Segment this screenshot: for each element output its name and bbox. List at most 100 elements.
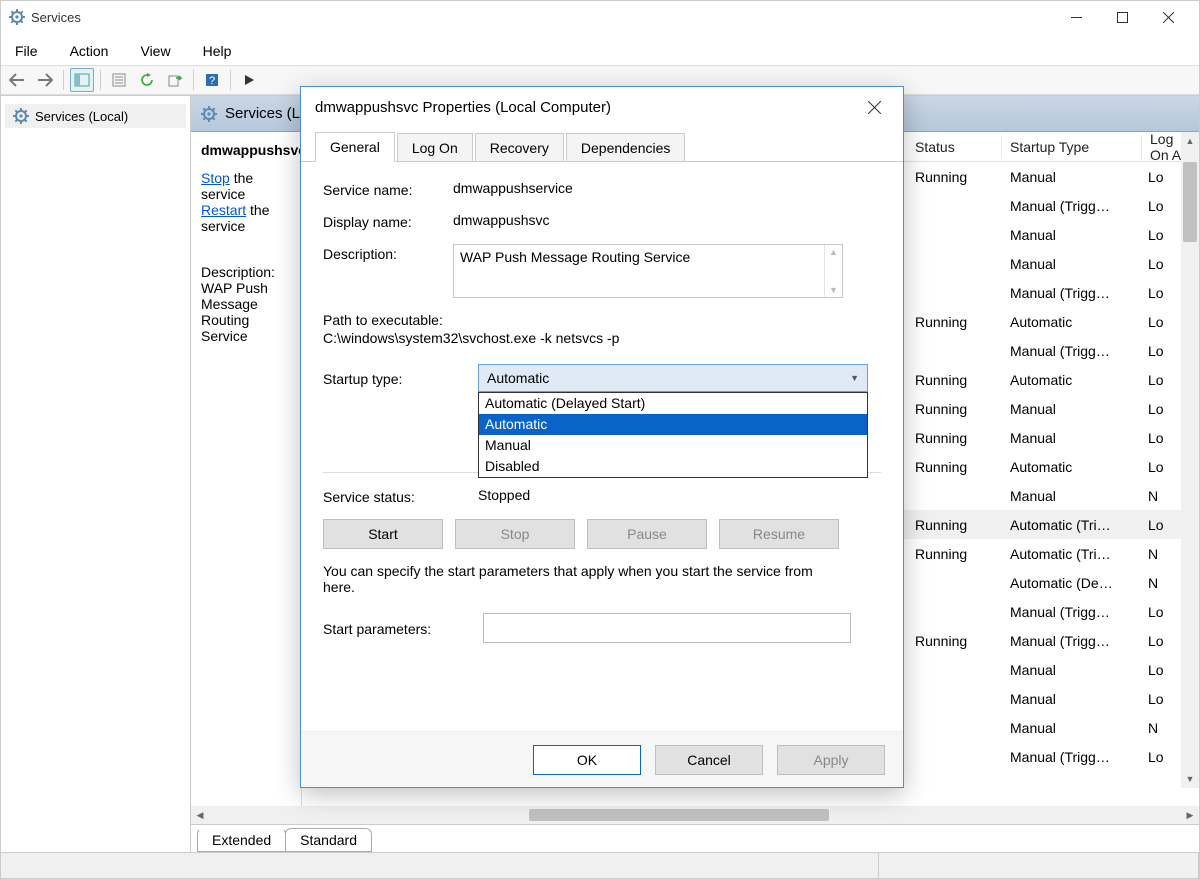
cell-status: Running xyxy=(907,401,1002,417)
scroll-thumb[interactable] xyxy=(1183,162,1197,242)
start-button[interactable]: Start xyxy=(323,519,443,549)
cell-logon: Lo xyxy=(1142,285,1172,301)
cell-logon: Lo xyxy=(1142,430,1172,446)
menubar: File Action View Help xyxy=(1,37,1199,65)
dropdown-selected-text: Automatic xyxy=(487,370,549,386)
maximize-button[interactable] xyxy=(1099,2,1145,32)
bottom-tabs: Extended Standard xyxy=(191,824,1199,852)
service-name-label: Service name: xyxy=(323,180,453,198)
col-status[interactable]: Status xyxy=(907,135,1002,159)
display-name-value: dmwappushsvc xyxy=(453,212,881,228)
description-box[interactable]: WAP Push Message Routing Service ▲▼ xyxy=(453,244,843,298)
stop-line: Stop the service xyxy=(201,170,291,202)
service-name-value: dmwappushservice xyxy=(453,180,881,196)
stop-link[interactable]: Stop xyxy=(201,170,230,186)
start-service-icon[interactable] xyxy=(237,68,261,92)
svg-text:?: ? xyxy=(209,75,215,87)
dropdown-item-disabled[interactable]: Disabled xyxy=(479,456,867,477)
properties-icon[interactable] xyxy=(107,68,131,92)
cell-startup: Manual xyxy=(1002,256,1142,272)
export-icon[interactable] xyxy=(163,68,187,92)
cell-logon: Lo xyxy=(1142,198,1172,214)
menu-action[interactable]: Action xyxy=(64,41,115,61)
dialog-close-button[interactable] xyxy=(859,92,889,122)
cell-logon: Lo xyxy=(1142,343,1172,359)
tab-extended[interactable]: Extended xyxy=(197,828,286,852)
vertical-scrollbar[interactable]: ▲ ▼ xyxy=(1181,132,1199,788)
start-params-label: Start parameters: xyxy=(323,619,483,637)
scroll-track[interactable] xyxy=(209,808,1181,822)
cell-startup: Manual xyxy=(1002,691,1142,707)
description-value: WAP Push Message Routing Service xyxy=(201,280,291,344)
scroll-left-icon[interactable]: ◀ xyxy=(191,810,209,821)
cell-startup: Automatic (Tri… xyxy=(1002,517,1142,533)
cell-status: Running xyxy=(907,633,1002,649)
cell-startup: Automatic (De… xyxy=(1002,575,1142,591)
menu-file[interactable]: File xyxy=(9,41,44,61)
back-icon[interactable] xyxy=(5,68,29,92)
tab-standard[interactable]: Standard xyxy=(285,828,372,852)
menu-help[interactable]: Help xyxy=(197,41,238,61)
dropdown-item-manual[interactable]: Manual xyxy=(479,435,867,456)
menu-view[interactable]: View xyxy=(134,41,176,61)
tab-logon[interactable]: Log On xyxy=(397,133,473,162)
dropdown-selected[interactable]: Automatic ▼ xyxy=(478,364,868,392)
cell-startup: Manual xyxy=(1002,488,1142,504)
scroll-right-icon[interactable]: ▶ xyxy=(1181,810,1199,821)
startup-type-dropdown[interactable]: Automatic ▼ Automatic (Delayed Start) Au… xyxy=(478,364,868,392)
app-gear-icon xyxy=(9,9,25,25)
refresh-icon[interactable] xyxy=(135,68,159,92)
cell-logon: N xyxy=(1142,720,1172,736)
cell-logon: Lo xyxy=(1142,604,1172,620)
cell-startup: Manual (Trigg… xyxy=(1002,343,1142,359)
pause-button[interactable]: Pause xyxy=(587,519,707,549)
scroll-up-icon[interactable]: ▲ xyxy=(1181,132,1199,150)
show-hide-tree-icon[interactable] xyxy=(70,68,94,92)
cancel-button[interactable]: Cancel xyxy=(655,745,763,775)
path-value: C:\windows\system32\svchost.exe -k netsv… xyxy=(323,330,881,346)
cell-logon: N xyxy=(1142,575,1172,591)
properties-dialog: dmwappushsvc Properties (Local Computer)… xyxy=(300,86,904,788)
tab-general[interactable]: General xyxy=(315,132,395,162)
window-controls xyxy=(1053,2,1191,32)
cell-status: Running xyxy=(907,169,1002,185)
scroll-thumb-h[interactable] xyxy=(529,809,829,821)
start-params-input[interactable] xyxy=(483,613,851,643)
display-name-label: Display name: xyxy=(323,212,453,230)
cell-startup: Automatic xyxy=(1002,459,1142,475)
service-status-label: Service status: xyxy=(323,487,478,505)
resume-button[interactable]: Resume xyxy=(719,519,839,549)
minimize-button[interactable] xyxy=(1053,2,1099,32)
ok-button[interactable]: OK xyxy=(533,745,641,775)
gear-icon xyxy=(201,106,217,122)
cell-startup: Manual xyxy=(1002,227,1142,243)
dropdown-item-delayed[interactable]: Automatic (Delayed Start) xyxy=(479,393,867,414)
chevron-up-icon: ▲ xyxy=(829,247,838,257)
close-button[interactable] xyxy=(1145,2,1191,32)
cell-startup: Manual (Trigg… xyxy=(1002,633,1142,649)
col-startup[interactable]: Startup Type xyxy=(1002,135,1142,159)
tab-recovery[interactable]: Recovery xyxy=(475,133,564,162)
dropdown-item-automatic[interactable]: Automatic xyxy=(479,414,867,435)
chevron-down-icon: ▼ xyxy=(829,285,838,295)
stop-button[interactable]: Stop xyxy=(455,519,575,549)
tab-dependencies[interactable]: Dependencies xyxy=(566,133,686,162)
help-icon[interactable]: ? xyxy=(200,68,224,92)
description-scroll[interactable]: ▲▼ xyxy=(824,245,842,297)
chevron-down-icon: ▼ xyxy=(850,373,859,383)
cell-startup: Manual (Trigg… xyxy=(1002,604,1142,620)
horizontal-scrollbar[interactable]: ◀ ▶ xyxy=(191,806,1199,824)
cell-logon: Lo xyxy=(1142,256,1172,272)
forward-icon[interactable] xyxy=(33,68,57,92)
scroll-down-icon[interactable]: ▼ xyxy=(1181,770,1199,788)
restart-link[interactable]: Restart xyxy=(201,202,246,218)
path-label: Path to executable: xyxy=(323,312,881,328)
startup-type-label: Startup type: xyxy=(323,369,478,387)
cell-logon: Lo xyxy=(1142,459,1172,475)
apply-button[interactable]: Apply xyxy=(777,745,885,775)
restart-line: Restart the service xyxy=(201,202,291,234)
service-status-value: Stopped xyxy=(478,487,881,503)
cell-status: Running xyxy=(907,430,1002,446)
tree-services-local[interactable]: Services (Local) xyxy=(5,104,186,128)
cell-startup: Manual xyxy=(1002,169,1142,185)
